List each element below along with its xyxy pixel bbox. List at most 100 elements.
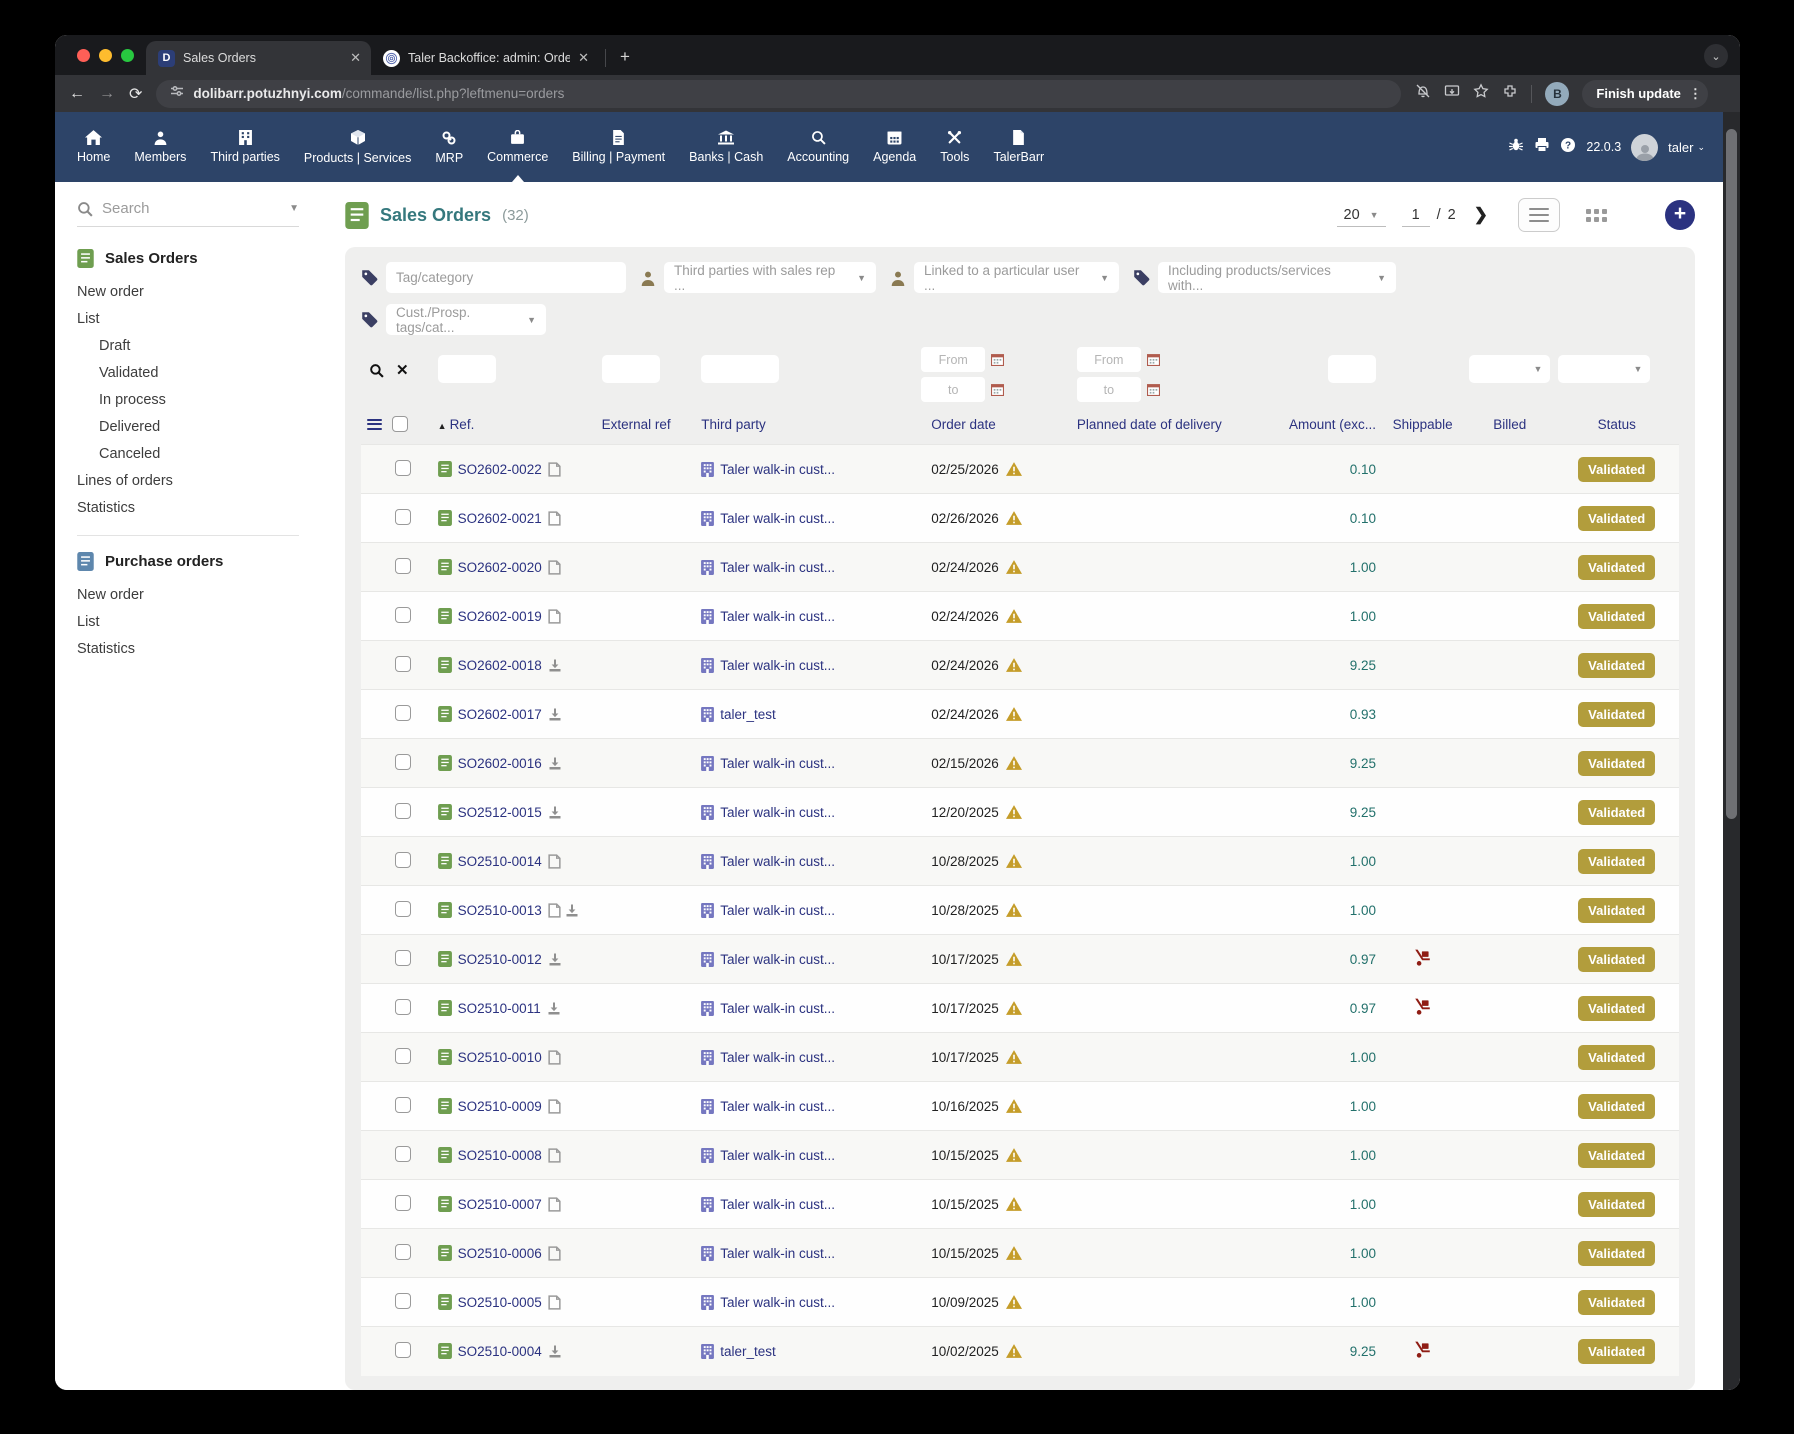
col-third-party[interactable]: Third party xyxy=(697,412,917,445)
profile-avatar[interactable]: B xyxy=(1545,82,1569,106)
cust-prosp-tags-select[interactable]: Cust./Prosp. tags/cat...▼ xyxy=(386,304,546,335)
row-checkbox[interactable] xyxy=(395,999,411,1015)
note-icon[interactable] xyxy=(548,1295,561,1310)
order-ref-link[interactable]: SO2602-0021 xyxy=(458,511,542,526)
col-shippable[interactable]: Shippable xyxy=(1380,412,1465,445)
table-row[interactable]: SO2510-0011 Taler walk-in cust... 10/17/… xyxy=(361,984,1679,1033)
select-all-checkbox[interactable] xyxy=(392,416,408,432)
order-ref-link[interactable]: SO2510-0013 xyxy=(458,903,542,918)
row-checkbox[interactable] xyxy=(395,705,411,721)
table-row[interactable]: SO2602-0021 Taler walk-in cust... 02/26/… xyxy=(361,494,1679,543)
sidebar-item-po-new-order[interactable]: New order xyxy=(77,581,299,608)
third-party-link[interactable]: taler_test xyxy=(720,707,776,722)
order-ref-link[interactable]: SO2510-0006 xyxy=(458,1246,542,1261)
download-icon[interactable] xyxy=(548,756,562,771)
nav-agenda[interactable]: Agenda xyxy=(861,112,928,182)
order-ref-link[interactable]: SO2512-0015 xyxy=(458,805,542,820)
order-ref-link[interactable]: SO2510-0011 xyxy=(458,1001,541,1016)
download-icon[interactable] xyxy=(565,903,579,918)
row-checkbox[interactable] xyxy=(395,754,411,770)
nav-third-parties[interactable]: Third parties xyxy=(198,112,291,182)
browser-menu-icon[interactable]: ⋮ xyxy=(1689,86,1702,102)
order-ref-link[interactable]: SO2510-0014 xyxy=(458,854,542,869)
col-ref[interactable]: ▲Ref. xyxy=(434,412,598,445)
third-party-link[interactable]: Taler walk-in cust... xyxy=(720,952,835,967)
calendar-icon[interactable] xyxy=(991,383,1004,396)
planned-date-from-input[interactable] xyxy=(1077,347,1141,372)
sidebar-item-in-process[interactable]: In process xyxy=(77,386,299,413)
table-row[interactable]: SO2510-0014 Taler walk-in cust... 10/28/… xyxy=(361,837,1679,886)
back-button[interactable]: ← xyxy=(69,85,85,103)
row-checkbox[interactable] xyxy=(395,1146,411,1162)
third-party-link[interactable]: Taler walk-in cust... xyxy=(720,658,835,673)
grid-view-button[interactable] xyxy=(1586,209,1607,222)
third-party-link[interactable]: Taler walk-in cust... xyxy=(720,1148,835,1163)
sidebar-item-po-list[interactable]: List xyxy=(77,608,299,635)
row-checkbox[interactable] xyxy=(395,656,411,672)
table-row[interactable]: SO2602-0022 Taler walk-in cust... 02/25/… xyxy=(361,445,1679,494)
table-row[interactable]: SO2602-0016 Taler walk-in cust... 02/15/… xyxy=(361,739,1679,788)
third-party-link[interactable]: Taler walk-in cust... xyxy=(720,511,835,526)
third-party-link[interactable]: Taler walk-in cust... xyxy=(720,560,835,575)
order-ref-link[interactable]: SO2602-0017 xyxy=(458,707,542,722)
nav-commerce[interactable]: Commerce xyxy=(475,112,560,182)
table-row[interactable]: SO2510-0006 Taler walk-in cust... 10/15/… xyxy=(361,1229,1679,1278)
order-date-to-input[interactable] xyxy=(921,377,985,402)
third-party-link[interactable]: Taler walk-in cust... xyxy=(720,1197,835,1212)
bookmark-star-icon[interactable] xyxy=(1473,83,1489,104)
nav-products-services[interactable]: Products | Services xyxy=(292,112,423,182)
note-icon[interactable] xyxy=(548,560,561,575)
sidebar-item-draft[interactable]: Draft xyxy=(77,332,299,359)
tab-sales-orders[interactable]: D Sales Orders ✕ xyxy=(146,41,371,75)
table-row[interactable]: SO2602-0019 Taler walk-in cust... 02/24/… xyxy=(361,592,1679,641)
table-row[interactable]: SO2510-0005 Taler walk-in cust... 10/09/… xyxy=(361,1278,1679,1327)
note-icon[interactable] xyxy=(548,1050,561,1065)
order-ref-link[interactable]: SO2510-0009 xyxy=(458,1099,542,1114)
including-products-select[interactable]: Including products/services with...▼ xyxy=(1158,262,1396,293)
print-icon[interactable] xyxy=(1534,137,1550,158)
add-order-button[interactable]: + xyxy=(1665,200,1695,230)
row-checkbox[interactable] xyxy=(395,1293,411,1309)
row-checkbox[interactable] xyxy=(395,509,411,525)
note-icon[interactable] xyxy=(548,854,561,869)
order-ref-link[interactable]: SO2510-0007 xyxy=(458,1197,542,1212)
sidebar-search-input[interactable] xyxy=(102,200,252,217)
search-dropdown-caret-icon[interactable]: ▼ xyxy=(289,203,299,214)
table-row[interactable]: SO2512-0015 Taler walk-in cust... 12/20/… xyxy=(361,788,1679,837)
page-size-select[interactable]: 20▼ xyxy=(1337,204,1386,227)
row-checkbox[interactable] xyxy=(395,460,411,476)
order-ref-link[interactable]: SO2602-0016 xyxy=(458,756,542,771)
download-icon[interactable] xyxy=(548,1344,562,1359)
current-page-input[interactable]: 1 xyxy=(1402,204,1430,227)
note-icon[interactable] xyxy=(548,1099,561,1114)
cast-save-icon[interactable] xyxy=(1444,83,1460,104)
sidebar-item-delivered[interactable]: Delivered xyxy=(77,413,299,440)
col-planned-date[interactable]: Planned date of delivery xyxy=(1073,412,1268,445)
url-bar[interactable]: dolibarr.potuzhnyi.com/commande/list.php… xyxy=(156,80,1401,108)
amount-filter-input[interactable] xyxy=(1328,355,1376,383)
third-party-link[interactable]: Taler walk-in cust... xyxy=(720,1246,835,1261)
row-checkbox[interactable] xyxy=(395,950,411,966)
sidebar-title-purchase-orders[interactable]: Purchase orders xyxy=(77,552,299,571)
order-ref-link[interactable]: SO2602-0018 xyxy=(458,658,542,673)
external-ref-filter-input[interactable] xyxy=(602,355,660,383)
row-checkbox[interactable] xyxy=(395,901,411,917)
table-row[interactable]: SO2510-0012 Taler walk-in cust... 10/17/… xyxy=(361,935,1679,984)
third-party-link[interactable]: Taler walk-in cust... xyxy=(720,1099,835,1114)
third-party-link[interactable]: Taler walk-in cust... xyxy=(720,756,835,771)
download-icon[interactable] xyxy=(547,1001,561,1016)
nav-accounting[interactable]: Accounting xyxy=(775,112,861,182)
user-menu[interactable]: taler⌄ xyxy=(1668,140,1705,155)
list-view-button[interactable] xyxy=(1518,198,1560,232)
third-party-link[interactable]: Taler walk-in cust... xyxy=(720,1295,835,1310)
sidebar-title-sales-orders[interactable]: Sales Orders xyxy=(77,249,299,268)
user-avatar[interactable] xyxy=(1631,134,1658,161)
sidebar-item-lines-of-orders[interactable]: Lines of orders xyxy=(77,467,299,494)
table-row[interactable]: SO2510-0004 taler_test 10/02/2025 9.25 xyxy=(361,1327,1679,1376)
linked-user-select[interactable]: Linked to a particular user ...▼ xyxy=(914,262,1119,293)
third-party-link[interactable]: Taler walk-in cust... xyxy=(720,903,835,918)
nav-billing-payment[interactable]: Billing | Payment xyxy=(560,112,677,182)
row-checkbox[interactable] xyxy=(395,852,411,868)
third-party-link[interactable]: Taler walk-in cust... xyxy=(720,1050,835,1065)
page-scrollbar-track[interactable] xyxy=(1723,112,1740,1390)
